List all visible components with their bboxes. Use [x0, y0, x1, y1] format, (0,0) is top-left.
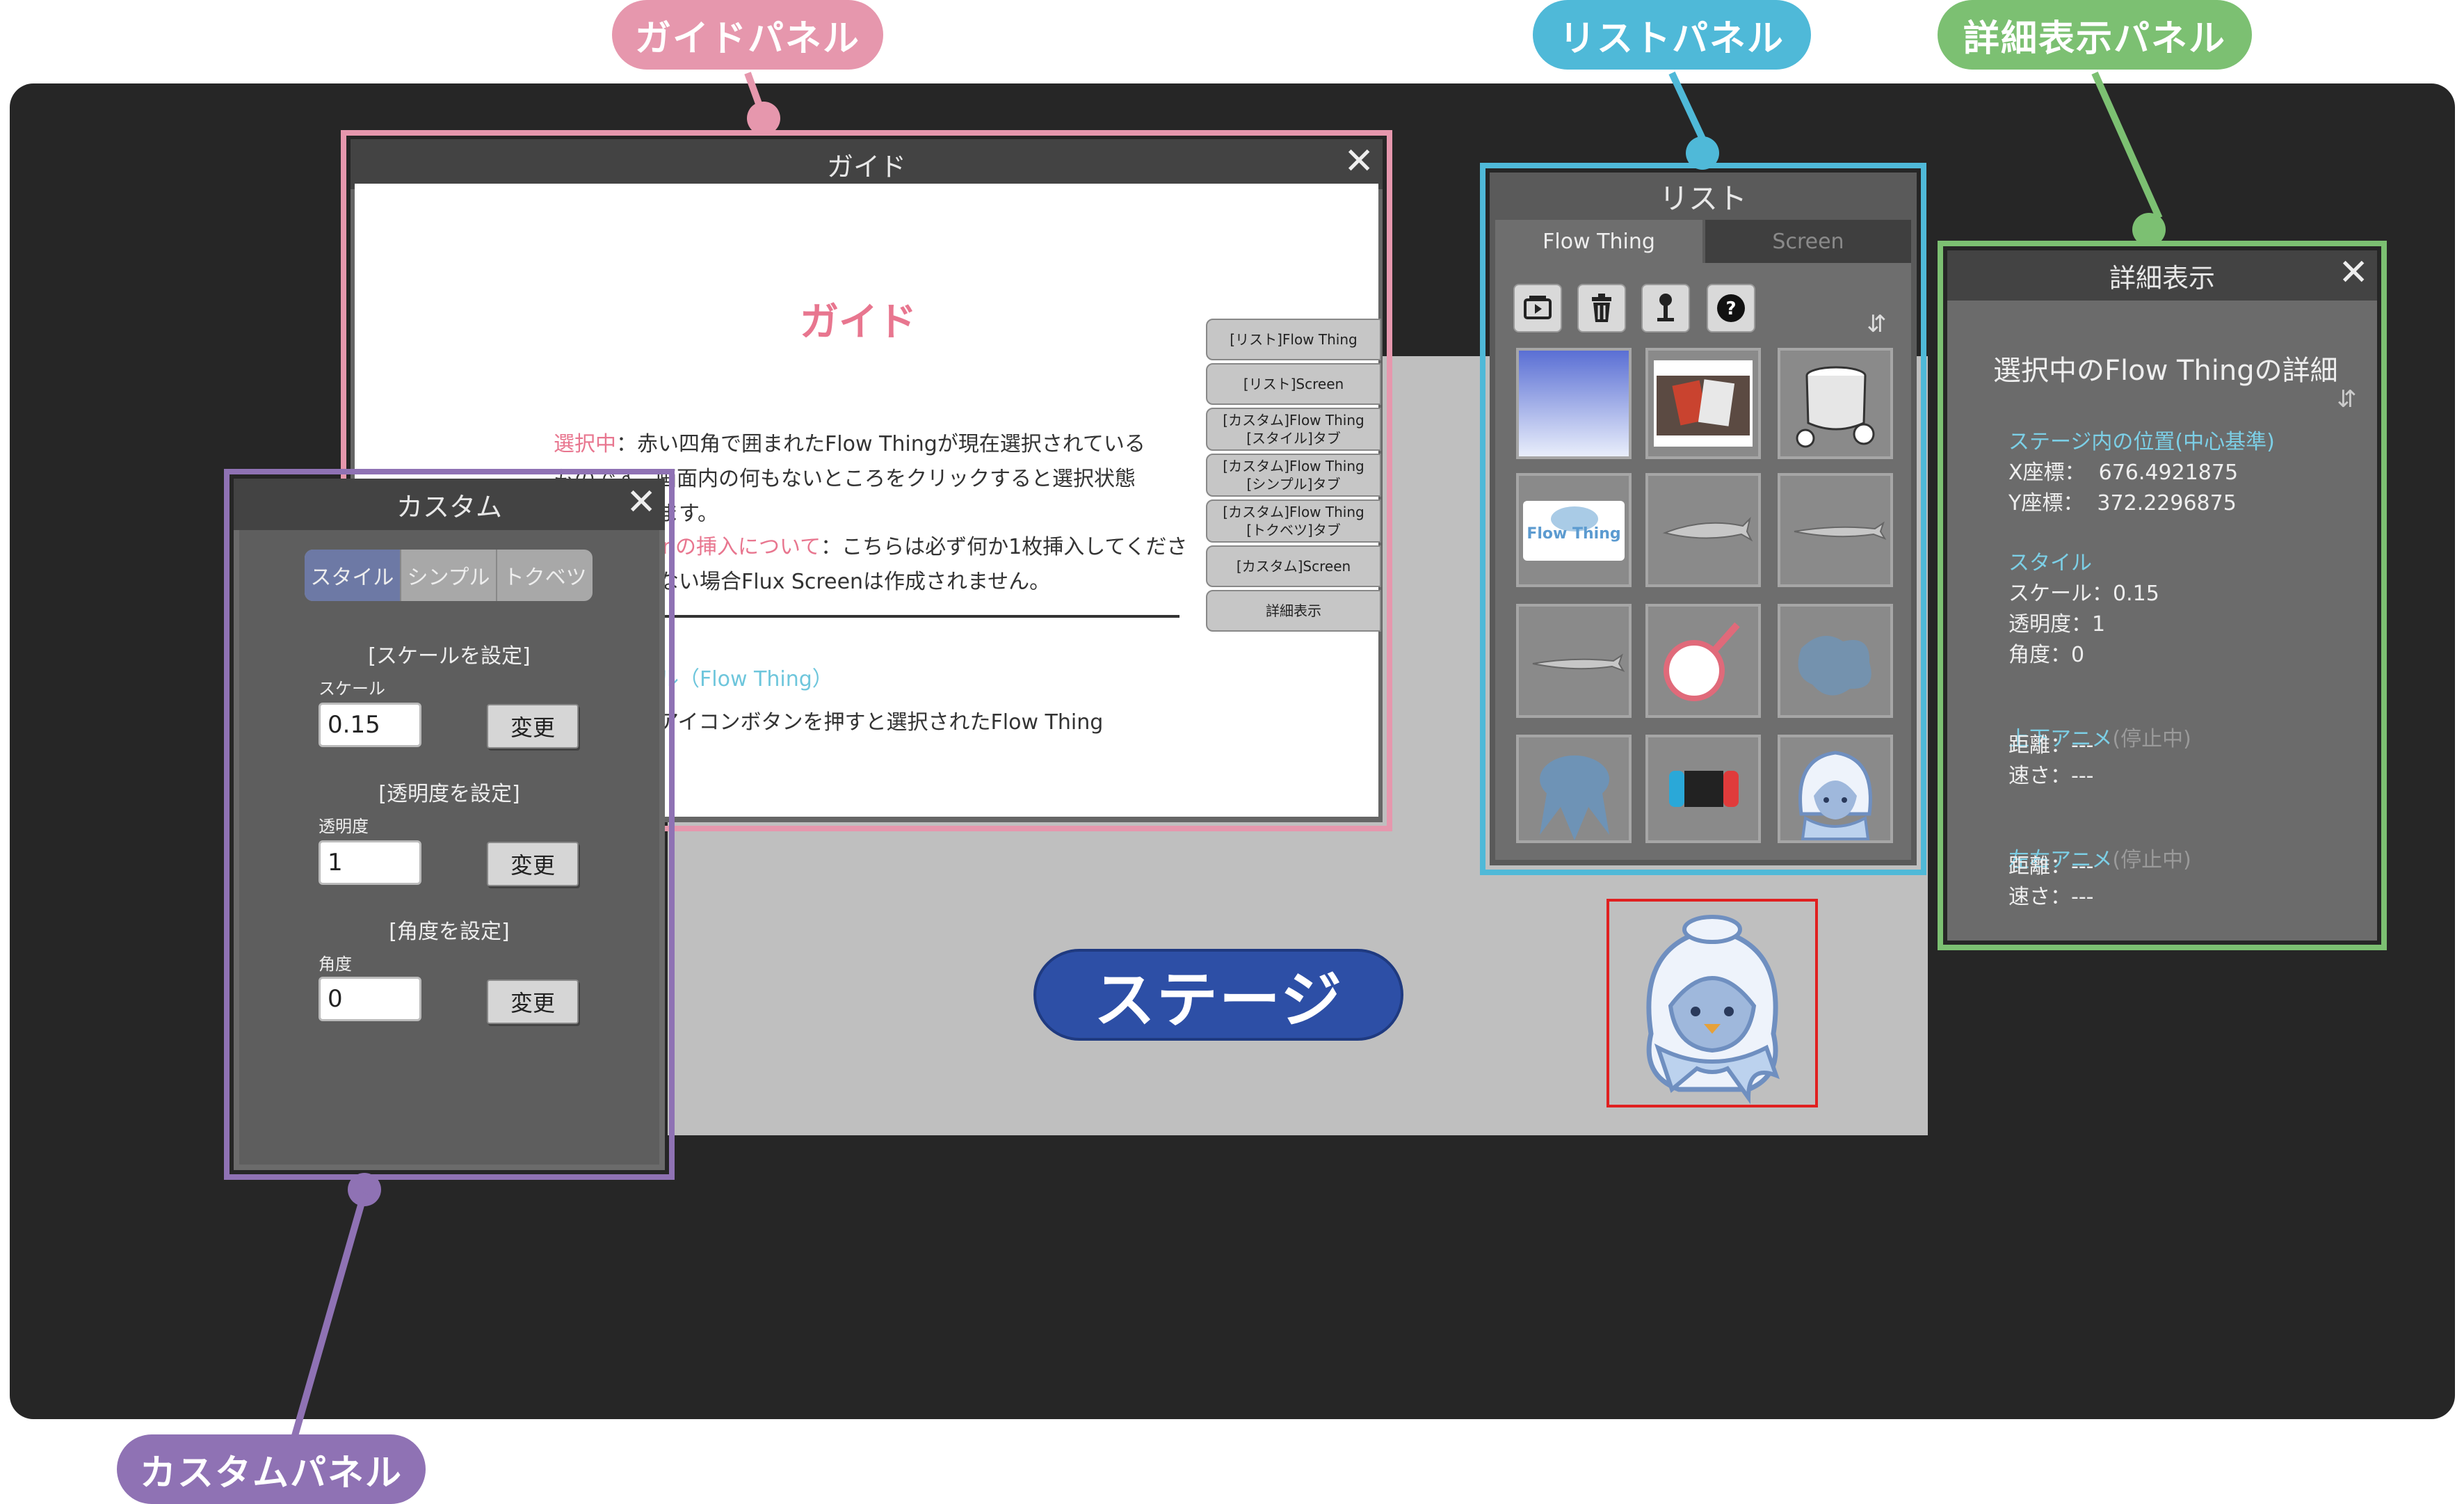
guide-tab-custom-style[interactable]: [カスタム]Flow Thing [スタイル]タブ: [1206, 408, 1381, 451]
list-sort-icon[interactable]: ⇵: [1867, 310, 1887, 338]
guide-term-selected: 選択中: [554, 432, 616, 456]
hooded-penguin-image: [1646, 915, 1780, 1105]
custom-close-icon[interactable]: ✕: [626, 484, 657, 520]
guide-tab-custom-special[interactable]: [カスタム]Flow Thing [トクベツ]タブ: [1206, 499, 1381, 543]
scale-label: スケール: [319, 679, 385, 698]
custom-tab-style[interactable]: スタイル: [305, 550, 400, 601]
detail-angle: 角度：0: [2008, 643, 2085, 667]
screen-add-icon[interactable]: [1513, 284, 1562, 333]
detail-title: 詳細表示: [2109, 262, 2215, 294]
angle-label: 角度: [319, 954, 352, 974]
thumb-flow-thing-logo[interactable]: Flow Thing: [1516, 473, 1632, 587]
guide-tab-custom-screen[interactable]: [カスタム]Screen: [1206, 545, 1381, 587]
scale-heading: [スケールを設定]: [368, 644, 531, 669]
scale-change-button[interactable]: 変更: [487, 704, 579, 749]
custom-tabs: スタイル シンプル トクベツ: [305, 550, 593, 601]
guide-text: ：赤い四角で囲まれたFlow Thingが現在選択されている: [616, 432, 1145, 456]
opacity-heading: [透明度を設定]: [378, 782, 520, 806]
detail-titlebar: 詳細表示: [1947, 250, 2377, 301]
detail-close-icon[interactable]: ✕: [2338, 255, 2369, 291]
detail-style-title: スタイル: [2008, 551, 2092, 575]
detail-scale: スケール：0.15: [2008, 582, 2159, 606]
thumb-photo-cards[interactable]: [1645, 348, 1761, 459]
angle-heading: [角度を設定]: [389, 920, 510, 944]
opacity-input[interactable]: 1: [319, 840, 421, 885]
detail-opacity: 透明度：1: [2008, 612, 2106, 637]
custom-titlebar: カスタム: [234, 479, 665, 530]
detail-sort-icon[interactable]: ⇵: [2337, 385, 2357, 413]
thumb-blue-splash[interactable]: [1778, 604, 1893, 718]
detail-horizontal-speed: 速さ：---: [2008, 885, 2094, 909]
thumb-hooded-penguin[interactable]: [1778, 735, 1893, 843]
angle-change-button[interactable]: 変更: [487, 979, 579, 1024]
custom-body: [239, 530, 659, 1165]
detail-position-title: ステージ内の位置(中心基準): [2008, 430, 2275, 454]
list-tab-flowthing[interactable]: Flow Thing: [1495, 220, 1702, 263]
thumb-blue-creature[interactable]: [1516, 735, 1632, 843]
list-tab-screen[interactable]: Screen: [1705, 220, 1911, 263]
svg-text:?: ?: [1725, 298, 1736, 319]
thumb-pot[interactable]: [1778, 348, 1893, 459]
custom-tab-special[interactable]: トクベツ: [496, 550, 593, 601]
flow-thing-logo-text: Flow Thing: [1527, 525, 1620, 543]
opacity-change-button[interactable]: 変更: [487, 842, 579, 886]
guide-heading: ガイド: [800, 300, 917, 345]
detail-vertical-distance: 距離：---: [2008, 733, 2094, 758]
list-title: リスト: [1659, 181, 1747, 216]
guide-text: ：こちらは必ず何か1枚挿入してくださ: [821, 535, 1188, 559]
guide-title: ガイド: [826, 151, 906, 182]
thumb-game-console[interactable]: [1645, 735, 1761, 843]
selected-flow-thing[interactable]: [1607, 899, 1818, 1107]
horizontal-anim-status: (停止中): [2112, 848, 2191, 872]
detail-y-coordinate: Y座標： 372.2296875: [2008, 491, 2237, 515]
trash-icon[interactable]: [1577, 284, 1626, 333]
detail-horizontal-distance: 距離：---: [2008, 854, 2094, 879]
thumb-fish-2[interactable]: [1778, 473, 1893, 587]
thumb-round-mirror[interactable]: [1645, 604, 1761, 718]
callout-guide-dot: [747, 102, 780, 135]
custom-title: カスタム: [396, 491, 502, 522]
callout-list-dot: [1686, 136, 1719, 170]
opacity-label: 透明度: [319, 817, 369, 836]
stage-label: ステージ: [1033, 949, 1403, 1041]
list-titlebar: リスト: [1490, 173, 1917, 220]
angle-input[interactable]: 0: [319, 977, 421, 1021]
callout-custom-panel: カスタムパネル: [117, 1434, 426, 1504]
thumb-fish-1[interactable]: [1645, 473, 1761, 587]
thumb-fish-3[interactable]: [1516, 604, 1632, 718]
callout-guide-panel: ガイドパネル: [612, 0, 883, 70]
pin-icon[interactable]: [1641, 284, 1690, 333]
callout-list-panel: リストパネル: [1533, 0, 1811, 70]
detail-vertical-speed: 速さ：---: [2008, 764, 2094, 788]
callout-detail-panel: 詳細表示パネル: [1938, 0, 2252, 70]
guide-titlebar: ガイド: [351, 139, 1383, 189]
detail-x-coordinate: X座標： 676.4921875: [2008, 461, 2239, 485]
scale-input[interactable]: 0.15: [319, 703, 421, 747]
callout-detail-dot: [2132, 213, 2166, 246]
guide-tab-detail[interactable]: 詳細表示: [1206, 590, 1381, 632]
guide-tab-list-screen[interactable]: [リスト]Screen: [1206, 363, 1381, 405]
thumb-gradient-screen[interactable]: [1516, 348, 1632, 459]
custom-tab-simple[interactable]: シンプル: [399, 550, 497, 601]
detail-heading: 選択中のFlow Thingの詳細: [1993, 355, 2338, 387]
guide-tab-list-flowthing[interactable]: [リスト]Flow Thing: [1206, 319, 1381, 360]
help-icon[interactable]: ?: [1707, 284, 1755, 333]
guide-tab-custom-simple[interactable]: [カスタム]Flow Thing [シンプル]タブ: [1206, 454, 1381, 497]
guide-close-icon[interactable]: ✕: [1344, 143, 1374, 179]
vertical-anim-status: (停止中): [2112, 727, 2191, 751]
